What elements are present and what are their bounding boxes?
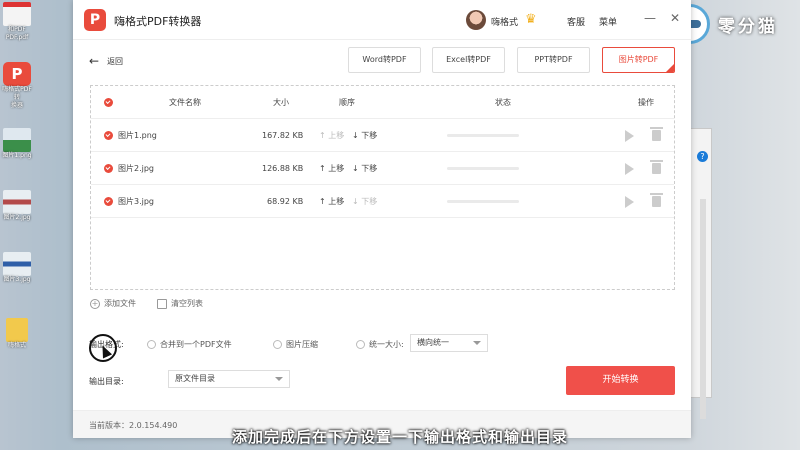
add-file-label: 添加文件: [104, 299, 136, 308]
mode-word-to-pdf[interactable]: Word转PDF: [348, 47, 421, 73]
progress-bar: [447, 134, 519, 137]
play-icon[interactable]: [625, 196, 634, 208]
header-order: 顺序: [339, 98, 355, 107]
file-size: 167.82 KB: [262, 131, 304, 140]
chevron-down-icon: [275, 377, 283, 381]
back-button[interactable]: ← 返回: [89, 54, 123, 68]
play-icon[interactable]: [625, 163, 634, 175]
mode-excel-to-pdf[interactable]: Excel转PDF: [432, 47, 505, 73]
file-table: 文件名称 大小 顺序 状态 操作 图片1.png 167.82 KB ↑ 上移 …: [90, 85, 675, 290]
header-name: 文件名称: [169, 98, 201, 107]
radio-circle[interactable]: [273, 340, 282, 349]
trash-icon[interactable]: [650, 160, 663, 174]
desktop-icon-converter-app[interactable]: P 嗨格式PDF转 换器: [0, 62, 34, 110]
menu-link[interactable]: 菜单: [599, 15, 617, 28]
trash-icon[interactable]: [650, 193, 663, 207]
app-title: 嗨格式PDF转换器: [114, 15, 202, 28]
converter-app-icon: P: [3, 62, 31, 86]
avatar[interactable]: [466, 10, 486, 30]
clear-list-label: 清空列表: [171, 299, 203, 308]
trash-icon: [157, 298, 167, 309]
select-all-checkbox[interactable]: [104, 98, 113, 107]
radio-circle[interactable]: [356, 340, 365, 349]
minimize-icon[interactable]: —: [644, 11, 656, 25]
close-icon[interactable]: ✕: [670, 11, 680, 25]
header-action: 操作: [638, 98, 654, 107]
table-row: 图片3.jpg 68.92 KB ↑ 上移 ↓ 下移: [91, 185, 674, 218]
chevron-down-icon: [473, 341, 481, 345]
mode-ppt-to-pdf[interactable]: PPT转PDF: [517, 47, 590, 73]
file-name: 图片3.jpg: [118, 197, 155, 206]
crown-icon: ♛: [525, 12, 537, 27]
file-name: 图片1.png: [118, 131, 157, 140]
brand-text: 零分猫: [718, 16, 778, 37]
desktop-icon-image3[interactable]: 图片3.jpg: [0, 252, 34, 284]
move-up-button[interactable]: ↑ 上移: [319, 119, 344, 152]
play-icon[interactable]: [625, 130, 634, 142]
trash-icon[interactable]: [650, 127, 663, 141]
start-convert-button[interactable]: 开始转换: [566, 366, 675, 395]
background-window: ?: [690, 128, 712, 419]
table-header: 文件名称 大小 顺序 状态 操作: [91, 86, 674, 119]
header-status: 状态: [495, 98, 511, 107]
desktop-icon-folder[interactable]: 嗨格式: [0, 318, 34, 350]
add-file-button[interactable]: + 添加文件: [90, 298, 136, 309]
radio-label: 合并到一个PDF文件: [160, 340, 232, 349]
table-row: 图片2.jpg 126.88 KB ↑ 上移 ↓ 下移: [91, 152, 674, 185]
app-window: P 嗨格式PDF转换器 嗨格式 ♛ 客服 菜单 — ✕ ← 返回 Word转PD…: [73, 0, 691, 438]
output-dir-select[interactable]: 原文件目录: [168, 370, 290, 388]
progress-bar: [447, 167, 519, 170]
app-logo-icon: P: [84, 9, 106, 31]
move-up-button[interactable]: ↑ 上移: [319, 185, 344, 218]
move-down-button[interactable]: ↓ 下移: [352, 119, 377, 152]
image-file-icon: [3, 190, 31, 214]
header-size: 大小: [273, 98, 289, 107]
output-dir-value: 原文件目录: [175, 374, 215, 383]
radio-compress-image[interactable]: 图片压缩: [273, 339, 318, 350]
image-file-icon: [3, 252, 31, 276]
row-checkbox[interactable]: [104, 131, 113, 140]
customer-service-link[interactable]: 客服: [567, 15, 585, 28]
file-size: 68.92 KB: [267, 197, 304, 206]
move-down-button[interactable]: ↓ 下移: [352, 152, 377, 185]
file-size: 126.88 KB: [262, 164, 304, 173]
row-checkbox[interactable]: [104, 197, 113, 206]
size-select[interactable]: 横向统一: [410, 334, 488, 352]
file-name: 图片2.jpg: [118, 164, 155, 173]
row-checkbox[interactable]: [104, 164, 113, 173]
move-down-button[interactable]: ↓ 下移: [352, 185, 377, 218]
radio-circle[interactable]: [147, 340, 156, 349]
desktop-icon-image2[interactable]: 图片2.jpg: [0, 190, 34, 222]
arrow-left-icon: ←: [89, 54, 100, 68]
user-name[interactable]: 嗨格式: [491, 15, 518, 28]
table-row: 图片1.png 167.82 KB ↑ 上移 ↓ 下移: [91, 119, 674, 152]
help-icon[interactable]: ?: [697, 151, 708, 162]
mode-image-to-pdf[interactable]: 图片转PDF: [602, 47, 675, 73]
image-file-icon: [3, 128, 31, 152]
plus-icon: +: [90, 298, 100, 309]
back-label: 返回: [107, 56, 124, 66]
size-select-value: 横向统一: [417, 338, 449, 347]
pdf-file-icon: [3, 2, 31, 26]
clear-list-button[interactable]: 清空列表: [157, 298, 203, 309]
output-dir-label: 输出目录:: [89, 377, 124, 386]
progress-bar: [447, 200, 519, 203]
radio-uniform-size[interactable]: 统一大小:: [356, 339, 404, 350]
title-bar: P 嗨格式PDF转换器 嗨格式 ♛ 客服 菜单 — ✕: [73, 0, 691, 40]
radio-label: 统一大小:: [369, 340, 404, 349]
radio-label: 图片压缩: [286, 340, 318, 349]
radio-merge-pdf[interactable]: 合并到一个PDF文件: [147, 339, 232, 350]
desktop-icon-image1[interactable]: 图片1.png: [0, 128, 34, 160]
video-subtitle: 添加完成后在下方设置一下输出格式和输出目录: [231, 428, 568, 446]
desktop-icon-pdf-file[interactable]: 和PDF PDF.pdf: [0, 2, 34, 42]
folder-icon: [6, 318, 28, 342]
scrollbar[interactable]: [700, 199, 706, 419]
move-up-button[interactable]: ↑ 上移: [319, 152, 344, 185]
